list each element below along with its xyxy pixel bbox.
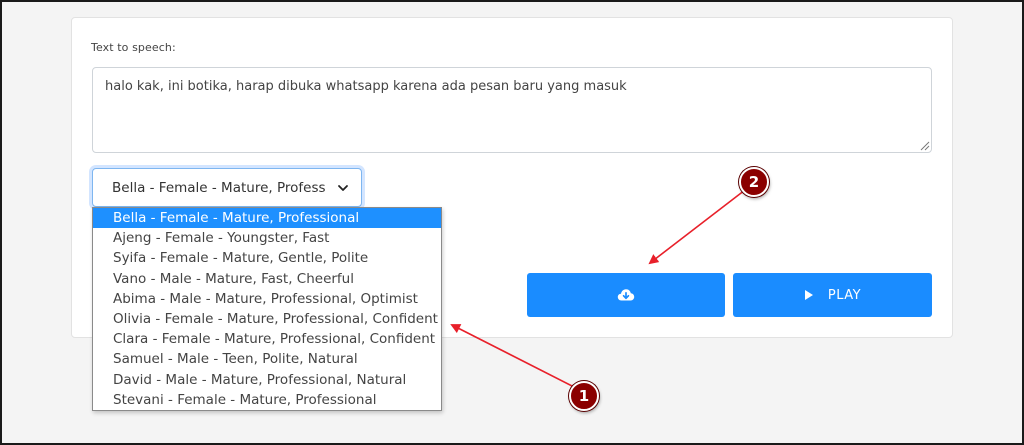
voice-option[interactable]: Samuel - Male - Teen, Polite, Natural <box>93 349 441 369</box>
voice-option[interactable]: Abima - Male - Mature, Professional, Opt… <box>93 289 441 309</box>
voice-select-value: Bella - Female - Mature, Profess <box>112 179 326 196</box>
voice-option[interactable]: Stevani - Female - Mature, Professional <box>93 390 441 410</box>
annotation-badge-1: 1 <box>569 381 599 411</box>
voice-option[interactable]: Vano - Male - Mature, Fast, Cheerful <box>93 269 441 289</box>
voice-option[interactable]: Olivia - Female - Mature, Professional, … <box>93 309 441 329</box>
voice-option[interactable]: Ajeng - Female - Youngster, Fast <box>93 228 441 248</box>
tts-textarea[interactable]: halo kak, ini botika, harap dibuka whats… <box>92 67 932 153</box>
annotation-badge-2: 2 <box>739 167 769 197</box>
voice-dropdown-list: Bella - Female - Mature, Professional Aj… <box>92 207 442 411</box>
voice-select[interactable]: Bella - Female - Mature, Profess <box>92 168 362 207</box>
voice-option[interactable]: Clara - Female - Mature, Professional, C… <box>93 329 441 349</box>
download-button[interactable] <box>527 273 725 317</box>
play-icon <box>804 290 813 300</box>
voice-option[interactable]: Bella - Female - Mature, Professional <box>93 208 441 229</box>
play-button[interactable]: PLAY <box>733 273 932 317</box>
resize-grip-icon[interactable] <box>919 140 930 151</box>
voice-option[interactable]: Syifa - Female - Mature, Gentle, Polite <box>93 248 441 268</box>
voice-option[interactable]: David - Male - Mature, Professional, Nat… <box>93 370 441 390</box>
tts-label: Text to speech: <box>91 41 176 54</box>
cloud-download-icon <box>617 289 635 301</box>
chevron-down-icon <box>338 184 348 191</box>
play-button-label: PLAY <box>827 287 862 303</box>
